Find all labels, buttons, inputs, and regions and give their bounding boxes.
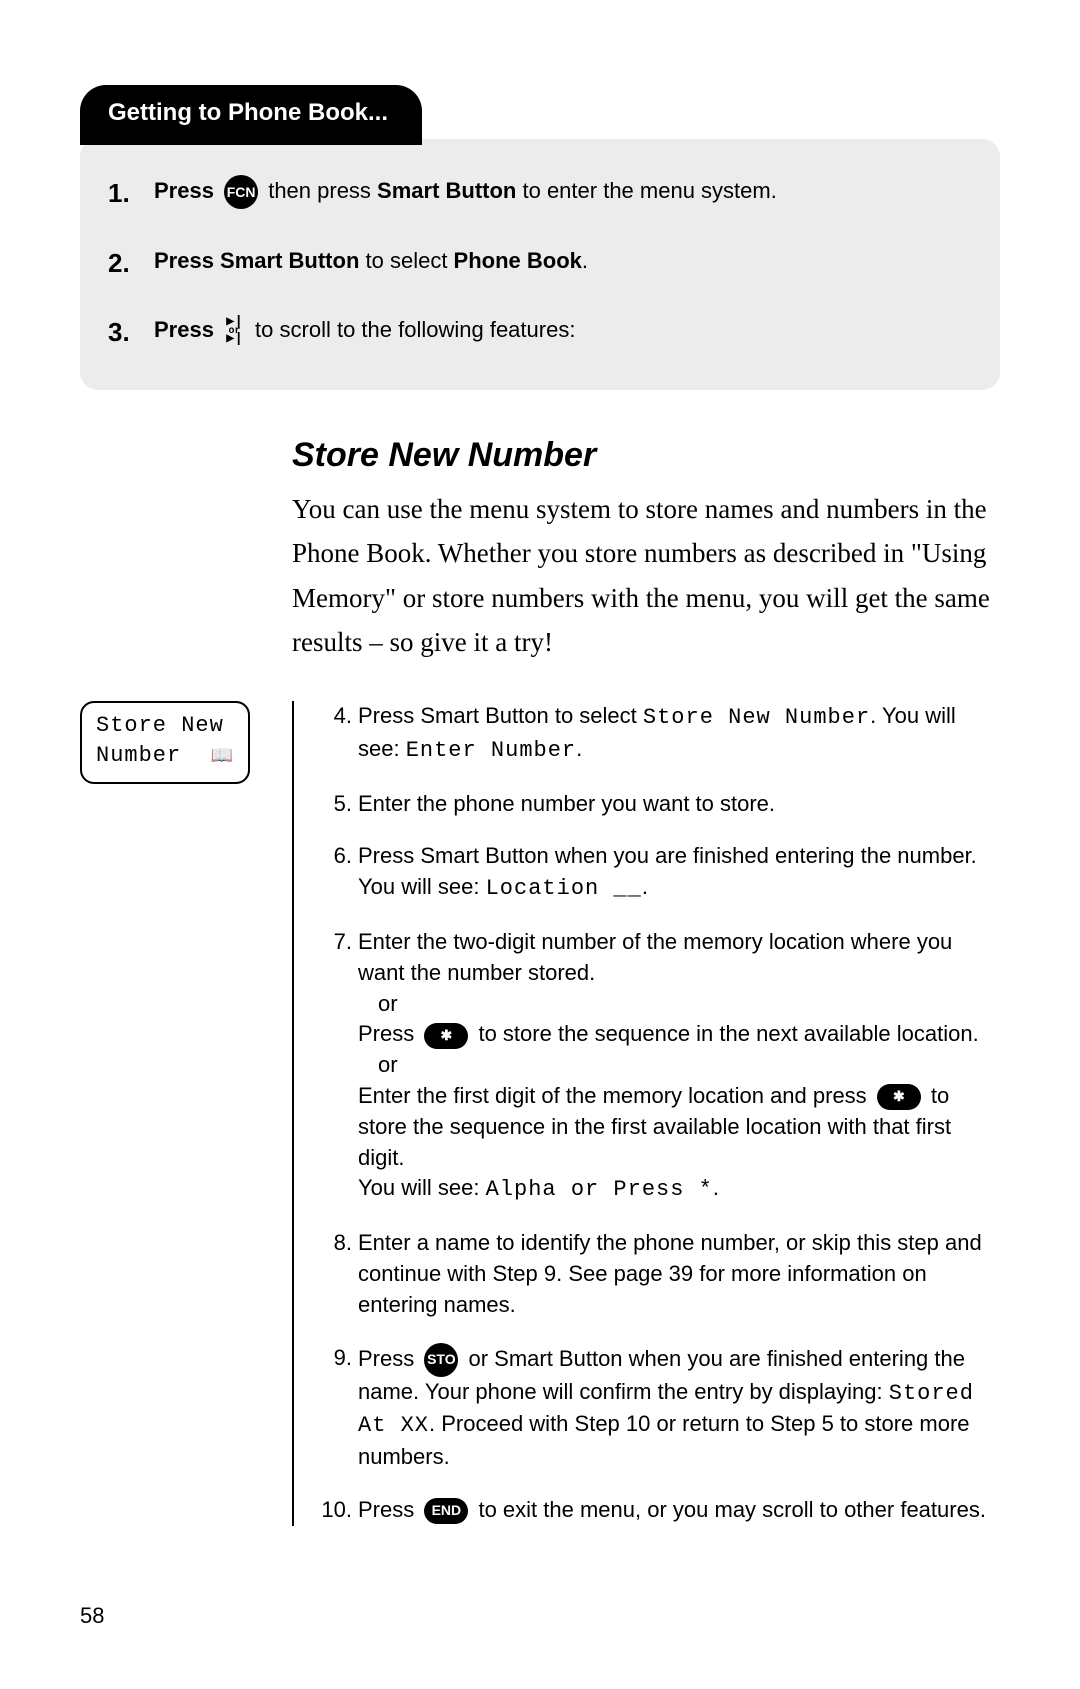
text-segment: Press: [358, 1497, 420, 1522]
step-number: 5.: [306, 789, 358, 820]
section-tab: Getting to Phone Book...: [80, 85, 422, 145]
scroll-key-icon: ▶| or ▶|: [226, 318, 243, 345]
text-segment: Press Smart Button when you are finished…: [358, 843, 977, 868]
text-segment: You will see:: [358, 874, 486, 899]
text-segment: to select: [359, 248, 453, 273]
star-key-icon: ✱: [877, 1084, 921, 1110]
text-segment: to exit the menu, or you may scroll to o…: [472, 1497, 986, 1522]
content-columns: Store New Number You can use the menu sy…: [80, 436, 1000, 701]
intro-step-1: 1. Press FCN then press Smart Button to …: [108, 173, 964, 215]
step-body: Enter the two-digit number of the memory…: [358, 927, 1000, 1206]
step-7: 7.Enter the two-digit number of the memo…: [306, 927, 1000, 1206]
step-number: 7.: [306, 927, 358, 958]
smart-button-label: Smart Button: [377, 178, 516, 203]
phonebook-icon: 📖: [211, 743, 234, 767]
step-text: Press Smart Button to select Phone Book.: [154, 243, 964, 278]
step-6: 6.Press Smart Button when you are finish…: [306, 841, 1000, 905]
or-separator: or: [358, 989, 1000, 1020]
text-segment: Enter the first digit of the memory loca…: [358, 1083, 873, 1108]
text-segment: . Proceed with Step 10 or return to Step…: [358, 1411, 970, 1469]
sto-key-icon: STO: [424, 1343, 458, 1377]
fcn-key-icon: FCN: [224, 175, 258, 209]
step-body: Press STO or Smart Button when you are f…: [358, 1343, 1000, 1473]
text-segment: .: [582, 248, 588, 273]
display-text: Store New Number: [643, 705, 870, 730]
step-4: 4.Press Smart Button to select Store New…: [306, 701, 1000, 767]
step-number: 4.: [306, 701, 358, 732]
step-number: 3.: [108, 312, 148, 354]
lcd-text: Number: [96, 741, 181, 771]
step-number: 6.: [306, 841, 358, 872]
intro-step-3: 3. Press ▶| or ▶| to scroll to the follo…: [108, 312, 964, 354]
title-spacer: Store New Number You can use the menu sy…: [292, 436, 1000, 701]
phone-book-label: Phone Book: [454, 248, 582, 273]
text-segment: .: [576, 736, 582, 761]
page-number: 58: [80, 1603, 104, 1629]
press-label: Press: [154, 178, 214, 203]
text-segment: to enter the menu system.: [516, 178, 776, 203]
step-5: 5.Enter the phone number you want to sto…: [306, 789, 1000, 820]
text-segment: Enter the phone number you want to store…: [358, 791, 775, 816]
step-text: Press FCN then press Smart Button to ent…: [154, 173, 964, 209]
display-text: Enter Number: [406, 738, 576, 763]
section-tab-wrap: Getting to Phone Book...: [80, 85, 422, 145]
text-segment: then press: [268, 178, 377, 203]
intro-box: 1. Press FCN then press Smart Button to …: [80, 139, 1000, 390]
or-separator: or: [358, 1050, 1000, 1081]
step-9: 9.Press STO or Smart Button when you are…: [306, 1343, 1000, 1473]
step-number: 10.: [306, 1495, 358, 1526]
step-text: Press ▶| or ▶| to scroll to the followin…: [154, 312, 964, 347]
step-8: 8.Enter a name to identify the phone num…: [306, 1228, 1000, 1320]
step-body: Press END to exit the menu, or you may s…: [358, 1495, 1000, 1526]
text-segment: Press: [358, 1345, 420, 1370]
intro-step-2: 2. Press Smart Button to select Phone Bo…: [108, 243, 964, 285]
text-segment: .: [713, 1175, 719, 1200]
step-number: 8.: [306, 1228, 358, 1259]
text-segment: Enter the two-digit number of the memory…: [358, 929, 952, 985]
vertical-rule: [292, 701, 294, 1526]
step-body: Press Smart Button when you are finished…: [358, 841, 1000, 905]
lcd-screen: Store New Number 📖: [80, 701, 250, 784]
step-number: 2.: [108, 243, 148, 285]
display-text: Location __: [486, 876, 642, 901]
text-segment: Press: [358, 1021, 420, 1046]
lcd-column: Store New Number 📖: [80, 701, 280, 784]
intro-list: 1. Press FCN then press Smart Button to …: [108, 173, 964, 354]
text-segment: You will see:: [358, 1175, 486, 1200]
steps-columns: Store New Number 📖 4.Press Smart Button …: [80, 701, 1000, 1526]
step-body: Press Smart Button to select Store New N…: [358, 701, 1000, 767]
step-body: Enter the phone number you want to store…: [358, 789, 1000, 820]
display-text: Alpha or Press *: [486, 1177, 713, 1202]
lcd-line-2: Number 📖: [96, 741, 234, 771]
lead-paragraph: You can use the menu system to store nam…: [292, 487, 1000, 665]
text-segment: .: [642, 874, 648, 899]
press-label: Press: [154, 317, 214, 342]
text-segment: to scroll to the following features:: [255, 317, 575, 342]
section-title: Store New Number: [292, 436, 1000, 475]
text-segment: to store the sequence in the next availa…: [472, 1021, 978, 1046]
page: Getting to Phone Book... 1. Press FCN th…: [0, 0, 1080, 1689]
star-key-icon: ✱: [424, 1023, 468, 1049]
lcd-line-1: Store New: [96, 711, 234, 741]
step-number: 9.: [306, 1343, 358, 1374]
steps-list: 4.Press Smart Button to select Store New…: [306, 701, 1000, 1526]
step-number: 1.: [108, 173, 148, 215]
text-segment: Press Smart Button to select: [358, 703, 643, 728]
step-body: Enter a name to identify the phone numbe…: [358, 1228, 1000, 1320]
end-key-icon: END: [424, 1498, 468, 1524]
scroll-down-icon: ▶|: [226, 335, 243, 345]
step-10: 10.Press END to exit the menu, or you ma…: [306, 1495, 1000, 1526]
press-smart-label: Press Smart Button: [154, 248, 359, 273]
text-segment: Enter a name to identify the phone numbe…: [358, 1230, 982, 1317]
